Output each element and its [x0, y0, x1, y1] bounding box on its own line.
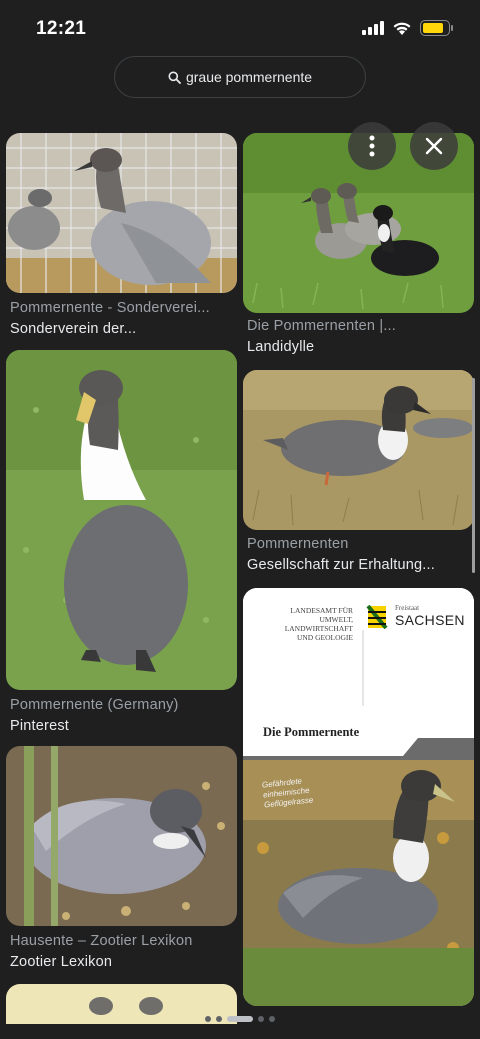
result-source[interactable]: Gesellschaft zur Erhaltung... — [247, 557, 471, 573]
more-vert-icon — [369, 135, 375, 157]
status-bar: 12:21 — [0, 0, 480, 56]
close-icon — [425, 137, 443, 155]
brochure-state-big: SACHSEN — [395, 612, 465, 628]
brochure-agency: LANDESAMT FÜR UMWELT, LANDWIRTSCHAFT UND… — [261, 606, 353, 642]
battery-level — [423, 23, 444, 33]
more-options-button[interactable] — [348, 122, 396, 170]
brochure-state-small: Freistaat — [395, 604, 420, 612]
search-bar[interactable]: graue pommernente — [114, 56, 366, 98]
result-image[interactable] — [243, 370, 474, 530]
status-time: 12:21 — [36, 18, 87, 39]
brochure-agency-line: LANDWIRTSCHAFT — [284, 624, 353, 633]
brochure-agency-line: UND GEOLOGIE — [296, 633, 353, 642]
close-button[interactable] — [410, 122, 458, 170]
brochure-heading: Die Pommernente — [263, 725, 360, 739]
result-image[interactable] — [6, 746, 237, 926]
result-title[interactable]: Die Pommernenten |... — [247, 318, 471, 334]
result-title[interactable]: Pommernente (Germany) — [10, 697, 236, 713]
status-icons — [362, 20, 453, 36]
result-title[interactable]: Pommernenten — [247, 536, 471, 552]
page-dot — [216, 1016, 222, 1022]
result-source[interactable]: Sonderverein der... — [10, 321, 236, 337]
result-title[interactable]: Hausente – Zootier Lexikon — [10, 933, 236, 949]
brochure-agency-line: LANDESAMT FÜR UMWELT, — [290, 606, 353, 624]
battery-icon — [420, 20, 453, 36]
cellular-signal-icon — [362, 21, 384, 35]
scrollbar[interactable] — [472, 378, 475, 573]
page-dot — [269, 1016, 275, 1022]
wifi-icon — [393, 22, 411, 35]
result-source[interactable]: Zootier Lexikon — [10, 954, 236, 970]
search-query: graue pommernente — [185, 69, 313, 85]
result-title[interactable]: Pommernente - Sonderverei... — [10, 300, 236, 316]
result-image[interactable] — [6, 133, 237, 293]
search-icon — [168, 71, 181, 84]
page-dot — [258, 1016, 264, 1022]
result-image[interactable] — [6, 350, 237, 690]
result-source[interactable]: Landidylle — [247, 339, 471, 355]
page-indicator — [0, 1016, 480, 1022]
result-source[interactable]: Pinterest — [10, 718, 236, 734]
brochure-tagline: Gefährdete einheimische Geflügelrasse — [262, 776, 314, 811]
page-dot-active — [227, 1016, 253, 1022]
page-dot — [205, 1016, 211, 1022]
result-image[interactable]: LANDESAMT FÜR UMWELT, LANDWIRTSCHAFT UND… — [243, 588, 474, 1006]
